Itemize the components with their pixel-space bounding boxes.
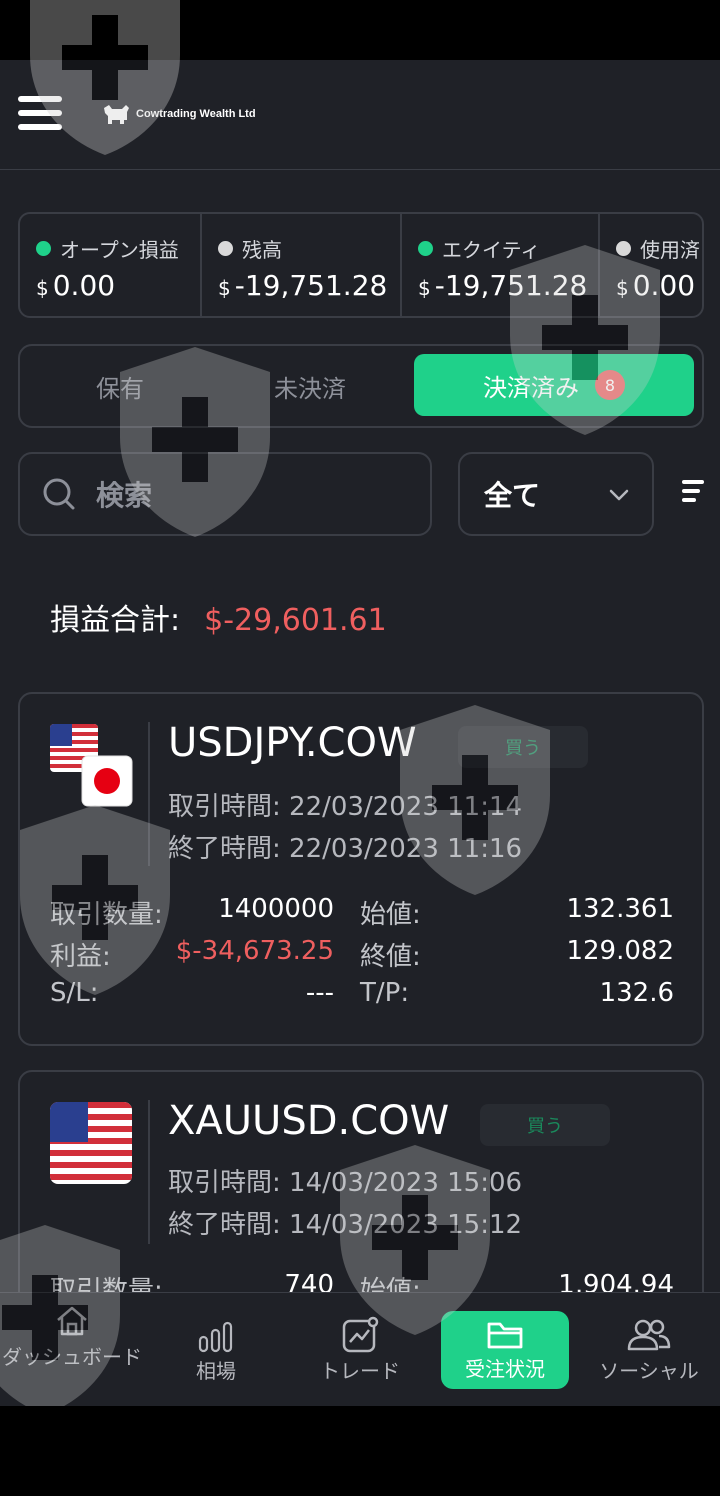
us-flag-icon	[50, 1102, 132, 1184]
trade-side-badge: 買う	[458, 726, 588, 768]
search-placeholder: 検索	[96, 479, 153, 512]
bottom-nav: ダッシュボード 相場 トレード 受注状況 ソーシャル	[0, 1292, 720, 1406]
search-icon	[43, 478, 75, 510]
nav-dashboard[interactable]: ダッシュボード	[0, 1293, 144, 1406]
tab-holdings[interactable]: 保有	[50, 346, 190, 426]
hamburger-menu-icon[interactable]	[18, 96, 62, 130]
currency-symbol: $	[218, 276, 231, 300]
status-dot	[36, 241, 51, 256]
nav-label: ソーシャル	[599, 1359, 699, 1383]
nav-label: ダッシュボード	[2, 1345, 142, 1369]
stat-equity: エクイティ $ -19,751.28	[402, 214, 600, 316]
usd-jpy-flag-icon	[50, 724, 133, 807]
tab-closed-label: 決済済み	[483, 373, 579, 402]
nav-label: 相場	[196, 1359, 236, 1383]
trade-close-time: 終了時間: 14/03/2023 15:12	[168, 1210, 523, 1240]
trade-side-badge: 買う	[480, 1104, 610, 1146]
trade-row: S/L: --- T/P: 132.6	[50, 978, 674, 1018]
folder-icon	[487, 1322, 523, 1349]
nav-label: トレード	[320, 1359, 400, 1383]
stat-label: オープン損益	[60, 238, 179, 262]
nav-label: 受注状況	[465, 1357, 545, 1381]
bar-chart-icon	[198, 1321, 233, 1353]
open-price-value: 132.361	[566, 894, 674, 924]
home-icon	[57, 1306, 87, 1336]
nav-orders[interactable]: 受注状況	[441, 1311, 569, 1389]
stop-loss-value: ---	[305, 978, 334, 1008]
nav-market[interactable]: 相場	[144, 1293, 288, 1406]
stat-open-pl: オープン損益 $0.00	[20, 214, 202, 316]
trade-close-time: 終了時間: 22/03/2023 11:16	[168, 834, 523, 864]
order-tabs: 保有 未決済 決済済み 8	[18, 344, 704, 428]
stat-label: 使用済	[640, 238, 700, 262]
filter-select[interactable]: 全て	[458, 452, 654, 536]
divider	[148, 1100, 150, 1244]
trade-open-time: 取引時間: 22/03/2023 11:14	[168, 792, 523, 822]
stat-value: -19,751.28	[234, 269, 388, 302]
total-pl: 損益合計: $-29,601.61	[50, 595, 387, 639]
filter-selected-value: 全て	[484, 479, 541, 512]
open-price-label: 始値:	[360, 900, 421, 930]
volume-label: 取引数量:	[50, 900, 163, 930]
trade-card[interactable]: USDJPY.COW 買う 取引時間: 22/03/2023 11:14 終了時…	[18, 692, 704, 1046]
stat-value: 0.00	[632, 269, 696, 302]
status-dot	[616, 241, 631, 256]
app-header: Cowtrading Wealth Ltd	[0, 60, 720, 170]
close-price-value: 129.082	[566, 936, 674, 966]
nav-trade[interactable]: トレード	[288, 1293, 432, 1406]
trend-chart-icon	[342, 1316, 379, 1353]
stat-value: 0.00	[52, 269, 116, 302]
close-price-label: 終値:	[360, 942, 421, 972]
trade-open-time: 取引時間: 14/03/2023 15:06	[168, 1168, 523, 1198]
stat-label: 残高	[242, 238, 282, 262]
currency-symbol: $	[36, 276, 49, 300]
bull-logo-icon	[104, 105, 129, 124]
nav-social[interactable]: ソーシャル	[578, 1293, 720, 1406]
stat-balance: 残高 $ -19,751.28	[202, 214, 402, 316]
volume-value: 1400000	[218, 894, 334, 924]
stat-label: エクイティ	[442, 238, 541, 262]
stat-value: -19,751.28	[434, 269, 588, 302]
currency-symbol: $	[616, 276, 629, 300]
divider	[148, 722, 150, 866]
trade-row: 利益: $-34,673.25 終値: 129.082	[50, 936, 674, 976]
count-badge: 8	[595, 370, 625, 400]
brand[interactable]: Cowtrading Wealth Ltd	[100, 98, 256, 130]
trade-row: 取引数量: 1400000 始値: 132.361	[50, 894, 674, 934]
stat-used-margin: 使用済 $0.00	[600, 214, 702, 316]
currency-symbol: $	[418, 276, 431, 300]
app-screen: Cowtrading Wealth Ltd オープン損益 $0.00 残高 $ -…	[0, 60, 720, 1406]
stop-loss-label: S/L:	[50, 978, 99, 1008]
total-pl-label: 損益合計:	[50, 603, 181, 638]
chevron-down-icon	[609, 489, 629, 501]
search-input[interactable]: 検索	[18, 452, 432, 536]
tab-pending[interactable]: 未決済	[230, 346, 390, 426]
profit-label: 利益:	[50, 942, 111, 972]
tab-closed[interactable]: 決済済み 8	[414, 354, 694, 416]
trade-symbol: USDJPY.COW	[168, 720, 417, 766]
status-dot	[418, 241, 433, 256]
account-stats: オープン損益 $0.00 残高 $ -19,751.28 エクイティ $ -19,7…	[18, 212, 704, 318]
take-profit-value: 132.6	[599, 978, 674, 1008]
status-dot	[218, 241, 233, 256]
take-profit-label: T/P:	[360, 978, 410, 1008]
trade-symbol: XAUUSD.COW	[168, 1098, 450, 1144]
sort-icon[interactable]	[682, 480, 706, 504]
brand-name: Cowtrading Wealth Ltd	[136, 108, 256, 120]
profit-value: $-34,673.25	[175, 936, 334, 966]
total-pl-value: $-29,601.61	[204, 603, 387, 638]
users-icon	[627, 1319, 671, 1351]
